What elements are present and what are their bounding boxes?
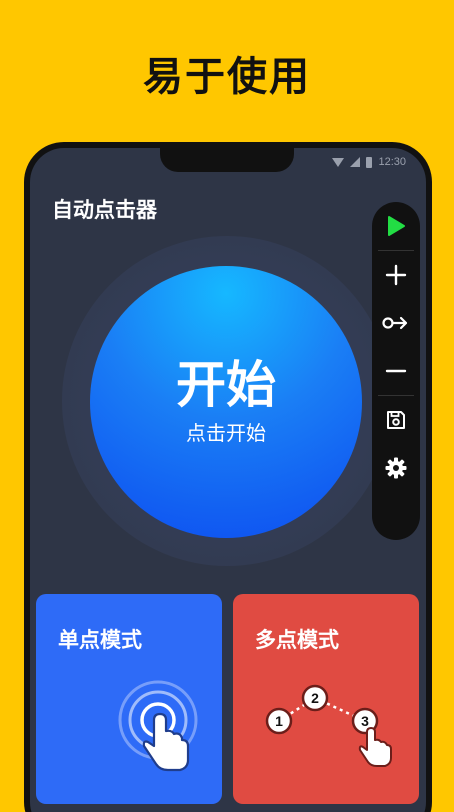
plus-icon	[385, 264, 407, 286]
save-icon	[387, 411, 405, 429]
promo-headline: 易于使用	[143, 54, 311, 100]
status-bar: 12:30	[332, 156, 406, 168]
multi-mode-label: 多点模式	[255, 628, 339, 652]
start-button[interactable]: 开始 点击开始	[90, 266, 362, 538]
status-time: 12:30	[378, 156, 406, 168]
phone-notch	[160, 148, 294, 172]
play-icon	[388, 216, 405, 236]
signal-icon	[350, 157, 361, 167]
remove-point-button[interactable]	[372, 347, 420, 395]
app-screen: 12:30 自动点击器 开始 点击开始 单点模式 多点模式 1 2 3	[30, 148, 426, 812]
multi-mode-card[interactable]: 多点模式 1 2 3	[233, 594, 419, 804]
gear-icon	[385, 457, 407, 479]
battery-icon	[366, 156, 373, 168]
multi-tap-icon: 1 2 3	[265, 684, 392, 767]
single-mode-label: 单点模式	[58, 628, 142, 652]
settings-button[interactable]	[372, 444, 420, 492]
start-button-label: 开始	[176, 356, 276, 414]
start-button-sublabel: 点击开始	[186, 421, 266, 445]
play-button[interactable]	[372, 202, 420, 250]
swipe-icon	[382, 316, 408, 330]
phone-frame: 12:30 自动点击器 开始 点击开始 单点模式 多点模式 1 2 3	[24, 142, 432, 812]
wifi-icon	[332, 157, 345, 167]
save-button[interactable]	[372, 396, 420, 444]
add-swipe-button[interactable]	[372, 299, 420, 347]
app-title: 自动点击器	[52, 198, 157, 222]
single-mode-card[interactable]: 单点模式	[36, 594, 222, 804]
tap-point-3-label: 3	[361, 713, 369, 729]
minus-icon	[385, 369, 407, 373]
single-tap-icon	[118, 680, 198, 772]
tap-point-1-label: 1	[275, 713, 283, 729]
add-point-button[interactable]	[372, 251, 420, 299]
tap-point-2-label: 2	[311, 690, 319, 706]
floating-toolbar	[372, 202, 420, 540]
